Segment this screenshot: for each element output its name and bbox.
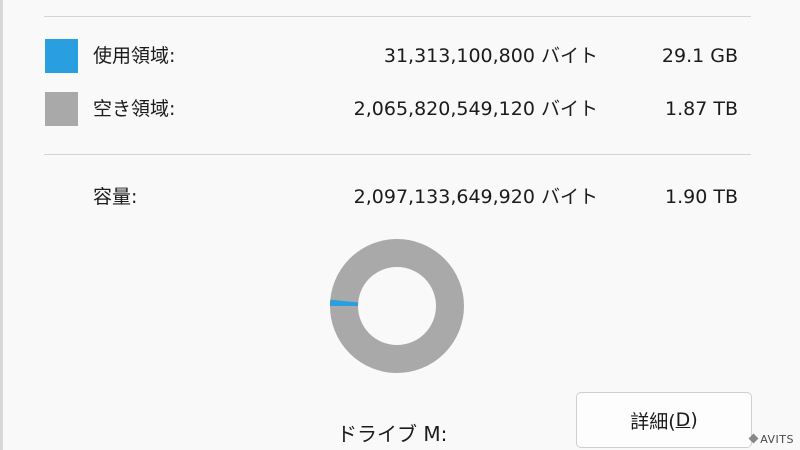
free-space-size: 1.87 TB xyxy=(665,98,738,120)
top-divider xyxy=(44,16,751,17)
capacity-label: 容量: xyxy=(93,186,138,208)
details-button-close: ) xyxy=(690,409,698,431)
free-space-label: 空き領域: xyxy=(93,98,176,120)
capacity-size: 1.90 TB xyxy=(665,186,738,208)
watermark: AVITS xyxy=(748,433,794,446)
used-space-size: 29.1 GB xyxy=(661,45,738,67)
free-space-bytes: 2,065,820,549,120 バイト xyxy=(353,98,598,120)
details-button-mnemonic: D xyxy=(675,409,691,431)
watermark-text: AVITS xyxy=(760,433,794,446)
used-space-bytes: 31,313,100,800 バイト xyxy=(383,45,598,67)
usage-donut-chart xyxy=(330,239,464,373)
free-space-swatch-icon xyxy=(45,92,78,126)
donut-free-ring xyxy=(330,239,464,373)
window-left-border xyxy=(0,0,3,450)
details-button-text: 詳細( xyxy=(630,410,676,433)
logo-mark-icon xyxy=(748,433,759,444)
capacity-bytes: 2,097,133,649,920 バイト xyxy=(353,186,598,208)
details-button[interactable]: 詳細(D) xyxy=(576,392,752,448)
middle-divider xyxy=(44,154,751,155)
used-space-swatch-icon xyxy=(45,39,78,73)
drive-label: ドライブ M: xyxy=(337,422,448,446)
used-space-label: 使用領域: xyxy=(93,45,176,67)
